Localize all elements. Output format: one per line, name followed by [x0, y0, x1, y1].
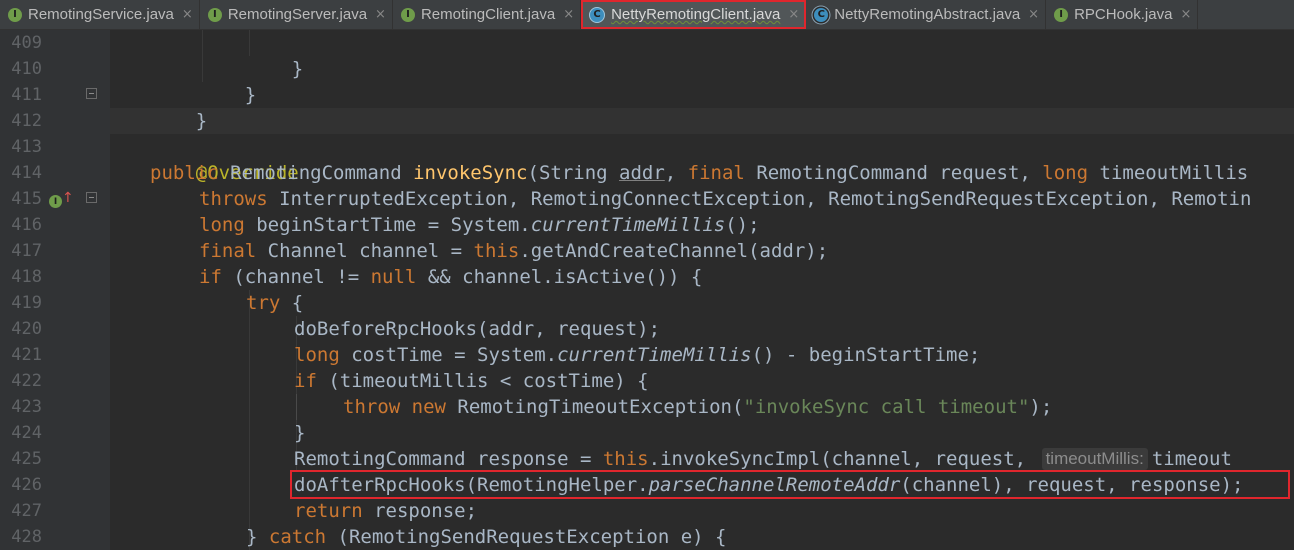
- code-line: }: [195, 110, 208, 132]
- interface-file-icon: I: [1054, 7, 1069, 22]
- code-line: }: [291, 58, 304, 80]
- line-number: 411: [11, 85, 42, 105]
- interface-file-icon: I: [400, 7, 415, 22]
- line-number: 416: [11, 215, 42, 235]
- tab-label: RPCHook.java: [1074, 6, 1173, 23]
- fold-start-icon[interactable]: [86, 192, 97, 203]
- implements-method-icon[interactable]: I: [49, 195, 62, 208]
- line-number: 414: [11, 163, 42, 183]
- code-editor[interactable]: } } } @Override public RemotingCommand i…: [110, 30, 1294, 550]
- editor-gutter[interactable]: 409 410 411 412 413 414 415 416 417 418 …: [0, 30, 110, 550]
- code-line: @Override: [195, 162, 299, 184]
- close-icon[interactable]: ×: [563, 7, 574, 22]
- current-line-highlight: [110, 108, 1294, 134]
- code-line: doBeforeRpcHooks(addr, request);: [294, 318, 661, 340]
- code-line: }: [294, 422, 306, 444]
- code-line: public RemotingCommand invokeSync(String…: [150, 162, 1249, 184]
- code-line: throw new RemotingTimeoutException("invo…: [343, 396, 1053, 418]
- tab-rpc-hook[interactable]: I RPCHook.java ×: [1046, 0, 1199, 29]
- line-number: 421: [11, 345, 42, 365]
- editor-tab-bar: I RemotingService.java × I RemotingServe…: [0, 0, 1294, 30]
- close-icon[interactable]: ×: [375, 7, 386, 22]
- close-icon[interactable]: ×: [788, 7, 799, 22]
- code-line: RemotingCommand response = this.invokeSy…: [294, 448, 1232, 470]
- line-number: 426: [11, 475, 42, 495]
- parameter-hint: timeoutMillis:: [1041, 448, 1148, 470]
- abstract-class-file-icon: C: [814, 7, 829, 22]
- tab-label: RemotingClient.java: [420, 6, 556, 23]
- code-line: if (channel != null && channel.isActive(…: [199, 266, 703, 288]
- line-number: 424: [11, 423, 42, 443]
- line-number: 427: [11, 501, 42, 521]
- code-line: final Channel channel = this.getAndCreat…: [199, 240, 829, 262]
- class-file-icon: C: [589, 6, 606, 23]
- tab-remoting-server[interactable]: I RemotingServer.java ×: [200, 0, 393, 29]
- close-icon[interactable]: ×: [1180, 7, 1191, 22]
- tab-remoting-client[interactable]: I RemotingClient.java ×: [393, 0, 582, 29]
- line-number: 415: [11, 189, 42, 209]
- code-line: if (timeoutMillis < costTime) {: [294, 370, 649, 392]
- line-number: 418: [11, 267, 42, 287]
- code-line: throws InterruptedException, RemotingCon…: [199, 188, 1252, 210]
- tab-label: RemotingServer.java: [227, 6, 368, 23]
- line-number: 428: [11, 527, 42, 547]
- line-number: 422: [11, 371, 42, 391]
- tab-remoting-service[interactable]: I RemotingService.java ×: [0, 0, 200, 29]
- override-arrow-icon[interactable]: ↑: [62, 190, 74, 206]
- tab-netty-remoting-client[interactable]: C NettyRemotingClient.java ×: [581, 0, 807, 29]
- line-number: 425: [11, 449, 42, 469]
- code-line: return response;: [294, 500, 478, 522]
- line-number: 412: [11, 111, 42, 131]
- code-line: long costTime = System.currentTimeMillis…: [294, 344, 981, 366]
- line-number: 423: [11, 397, 42, 417]
- code-line: }: [244, 84, 257, 106]
- line-number: 410: [11, 59, 42, 79]
- line-number: 419: [11, 293, 42, 313]
- interface-file-icon: I: [207, 7, 222, 22]
- highlight-box: [290, 470, 1290, 499]
- code-line: } catch (RemotingSendRequestException e)…: [246, 526, 727, 548]
- line-number: 409: [11, 33, 42, 53]
- interface-file-icon: I: [8, 7, 22, 22]
- tab-label: NettyRemotingClient.java: [611, 6, 781, 23]
- tab-netty-remoting-abstract[interactable]: C NettyRemotingAbstract.java ×: [806, 0, 1047, 29]
- line-number: 413: [11, 137, 42, 157]
- fold-end-icon[interactable]: [86, 88, 97, 99]
- tab-label: NettyRemotingAbstract.java: [834, 6, 1021, 23]
- close-icon[interactable]: ×: [1028, 7, 1039, 22]
- code-line: try {: [246, 292, 304, 314]
- close-icon[interactable]: ×: [182, 7, 193, 22]
- tab-label: RemotingService.java: [28, 6, 174, 23]
- line-number: 417: [11, 241, 42, 261]
- line-number: 420: [11, 319, 42, 339]
- code-line: long beginStartTime = System.currentTime…: [199, 214, 760, 236]
